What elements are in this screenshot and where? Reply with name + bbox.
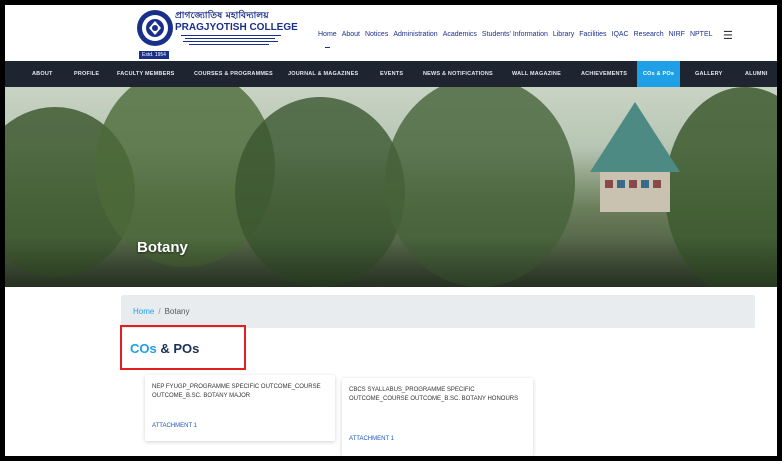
breadcrumb-current: Botany (164, 307, 190, 316)
hamburger-menu-icon[interactable]: ☰ (723, 29, 733, 42)
breadcrumb-home-link[interactable]: Home (133, 307, 154, 316)
topnav-academics[interactable]: Academics (443, 31, 477, 38)
section-heading: COs & POs (130, 341, 199, 356)
document-card-title: NEP FYUGP_PROGRAMME SPECIFIC OUTCOME_COU… (152, 384, 321, 399)
topnav-home[interactable]: Home (318, 31, 337, 38)
menu-item-about[interactable]: ABOUT (32, 61, 53, 87)
menu-item-cos-pos[interactable]: COs & POs (637, 61, 681, 87)
estd-badge: Estd. 1954 (139, 51, 169, 59)
menu-item-gallery[interactable]: GALLERY (695, 61, 722, 87)
document-card[interactable]: CBCS Syallabus_PROGRAMME SPECIFIC OUTCOM… (342, 378, 533, 456)
document-card[interactable]: NEP FYUGP_PROGRAMME SPECIFIC OUTCOME_COU… (145, 375, 335, 441)
hero-banner: Botany (5, 87, 777, 287)
college-logo-icon[interactable] (135, 8, 175, 52)
section-heading-pos: & POs (156, 341, 200, 356)
browser-viewport: প্ৰাগজ্যোতিষ মহাবিদ্যালয় PRAGJYOTISH CO… (5, 5, 777, 456)
topnav-nirf[interactable]: NIRF (669, 31, 685, 38)
page-title: Botany (137, 239, 188, 256)
document-card-title: CBCS Syallabus_PROGRAMME SPECIFIC OUTCOM… (349, 387, 519, 402)
menu-item-faculty-members[interactable]: FACULTY MEMBERS (117, 61, 175, 87)
menu-item-wall-magazine[interactable]: WALL MAGAZINE (512, 61, 561, 87)
topnav-notices[interactable]: Notices (365, 31, 388, 38)
menu-item-courses-programmes[interactable]: COURSES & PROGRAMMES (194, 61, 273, 87)
menu-item-events[interactable]: EVENTS (380, 61, 403, 87)
topnav-facilities[interactable]: Facilities (579, 31, 606, 38)
breadcrumb: Home / Botany (121, 295, 755, 328)
attachment-link[interactable]: ATTACHMENT 1 (349, 436, 394, 442)
hero-building-graphic (590, 102, 680, 212)
topnav-underline (325, 47, 330, 48)
topnav-about[interactable]: About (342, 31, 360, 38)
logo-bengali-text: প্ৰাগজ্যোতিষ মহাবিদ্যালয় (175, 11, 269, 21)
section-menubar: ABOUT PROFILE FACULTY MEMBERS COURSES & … (5, 61, 777, 87)
topnav-research[interactable]: Research (634, 31, 664, 38)
breadcrumb-separator: / (158, 307, 161, 316)
logo-fine-print-graphic (175, 35, 315, 45)
top-navigation: Home About Notices Administration Academ… (318, 31, 713, 38)
topnav-administration[interactable]: Administration (393, 31, 437, 38)
topnav-iqac[interactable]: IQAC (612, 31, 629, 38)
hero-overlay (5, 237, 777, 287)
menu-item-journal-magazines[interactable]: JOURNAL & MAGAZINES (288, 61, 358, 87)
attachment-link[interactable]: ATTACHMENT 1 (152, 423, 197, 429)
topnav-nptel[interactable]: NPTEL (690, 31, 713, 38)
logo-name-text: PRAGJYOTISH COLLEGE (175, 22, 298, 33)
menu-item-alumni[interactable]: ALUMNI (745, 61, 768, 87)
topnav-students-information[interactable]: Students' Information (482, 31, 548, 38)
topnav-library[interactable]: Library (553, 31, 574, 38)
logo-text[interactable]: প্ৰাগজ্যোতিষ মহাবিদ্যালয় PRAGJYOTISH CO… (175, 11, 315, 45)
menu-item-news-notifications[interactable]: NEWS & NOTIFICATIONS (423, 61, 493, 87)
site-header: প্ৰাগজ্যোতিষ মহাবিদ্যালয় PRAGJYOTISH CO… (5, 5, 777, 61)
menu-item-achievements[interactable]: ACHIEVEMENTS (581, 61, 627, 87)
section-heading-cos: COs (130, 341, 157, 356)
menu-item-profile[interactable]: PROFILE (74, 61, 99, 87)
